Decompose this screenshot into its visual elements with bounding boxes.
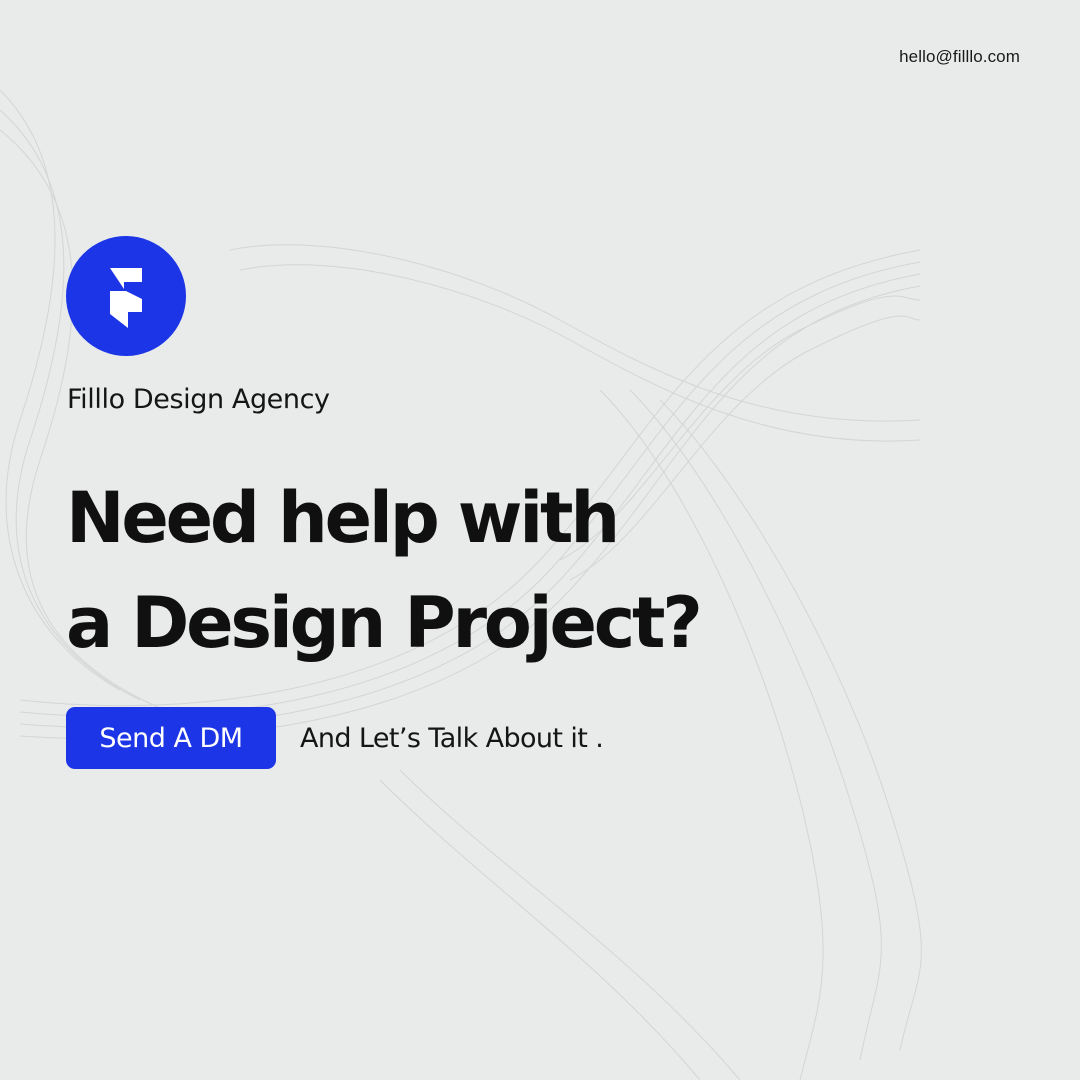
cta-text: And Let’s Talk About it . (300, 722, 604, 754)
headline-line-2: a Design Project? (66, 582, 703, 664)
cta-row: Send A DM And Let’s Talk About it . (66, 707, 604, 769)
headline-line-1: Need help with (66, 477, 620, 559)
contact-email[interactable]: hello@filllo.com (899, 47, 1020, 67)
filllo-logo-icon (110, 268, 142, 328)
promo-canvas: hello@filllo.com Filllo Design Agency Ne… (0, 0, 1080, 1080)
brand-logo-badge (66, 236, 186, 356)
agency-name: Filllo Design Agency (67, 384, 330, 415)
headline: Need help with a Design Project? (66, 466, 703, 676)
send-dm-button[interactable]: Send A DM (66, 707, 276, 769)
